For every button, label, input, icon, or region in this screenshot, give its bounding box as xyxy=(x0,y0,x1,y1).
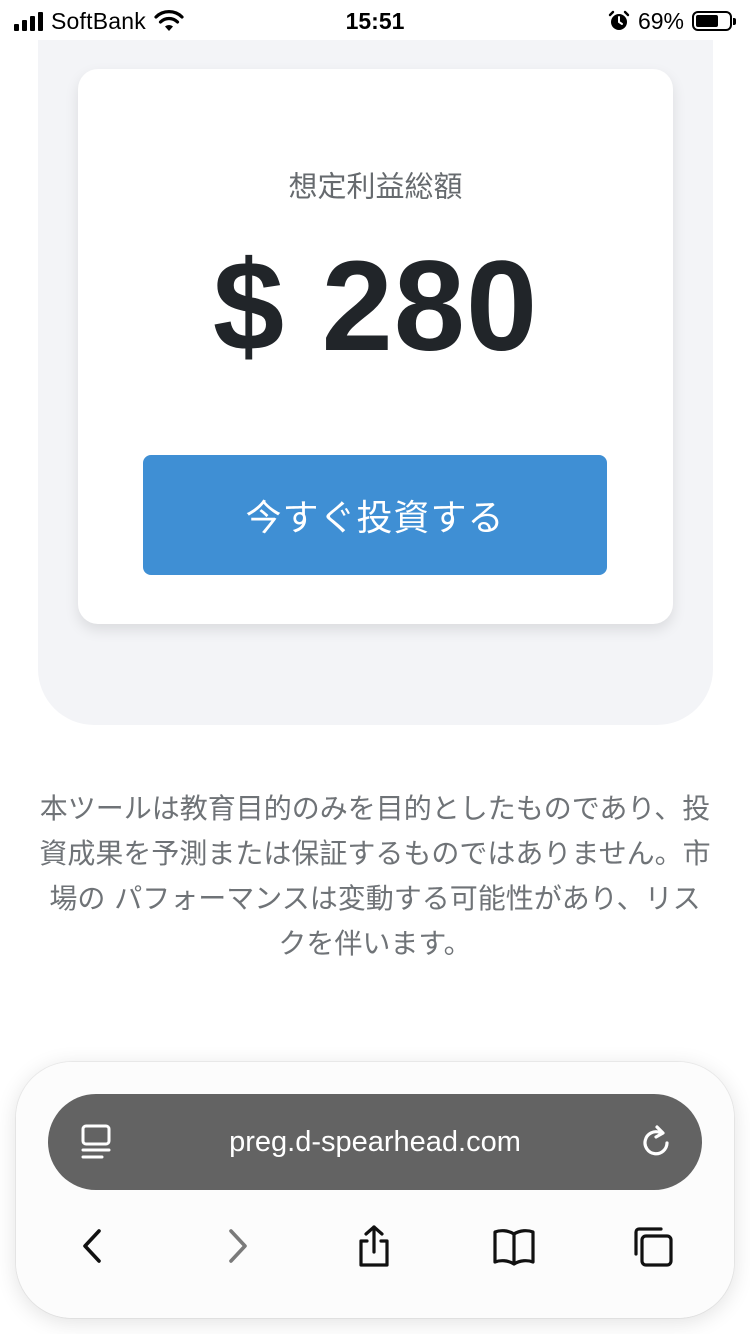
status-right: 69% xyxy=(608,6,736,36)
reload-icon[interactable] xyxy=(638,1124,674,1160)
url-text[interactable]: preg.d-spearhead.com xyxy=(48,1094,702,1190)
status-bar: SoftBank 15:51 69% xyxy=(0,0,750,40)
address-bar[interactable]: preg.d-spearhead.com xyxy=(48,1094,702,1190)
bookmarks-button[interactable] xyxy=(490,1222,538,1270)
battery-level xyxy=(696,15,718,27)
battery-icon xyxy=(692,11,736,31)
profit-card: 想定利益総額 $ 280 今すぐ投資する xyxy=(78,69,673,624)
chevron-left-icon xyxy=(83,1229,101,1263)
forward-button[interactable] xyxy=(212,1222,260,1270)
battery-percent: 69% xyxy=(637,7,684,34)
alarm-clock-icon xyxy=(608,10,630,30)
back-button[interactable] xyxy=(70,1222,118,1270)
invest-now-button[interactable]: 今すぐ投資する xyxy=(143,455,607,575)
tabs-button[interactable] xyxy=(628,1222,676,1270)
chevron-right-icon xyxy=(229,1229,247,1263)
book-icon xyxy=(493,1229,535,1266)
toolbar-fade xyxy=(0,980,750,1070)
browser-toolbar: preg.d-spearhead.com xyxy=(16,1062,734,1318)
tabs-icon xyxy=(634,1227,673,1267)
profit-label: 想定利益総額 xyxy=(288,169,463,204)
disclaimer-text: 本ツールは教育目的のみを目的としたものであり、投資成果を予測または保証するもので… xyxy=(39,792,711,960)
share-icon xyxy=(359,1225,389,1267)
share-button[interactable] xyxy=(350,1222,398,1270)
profit-amount: $ 280 xyxy=(212,235,539,378)
